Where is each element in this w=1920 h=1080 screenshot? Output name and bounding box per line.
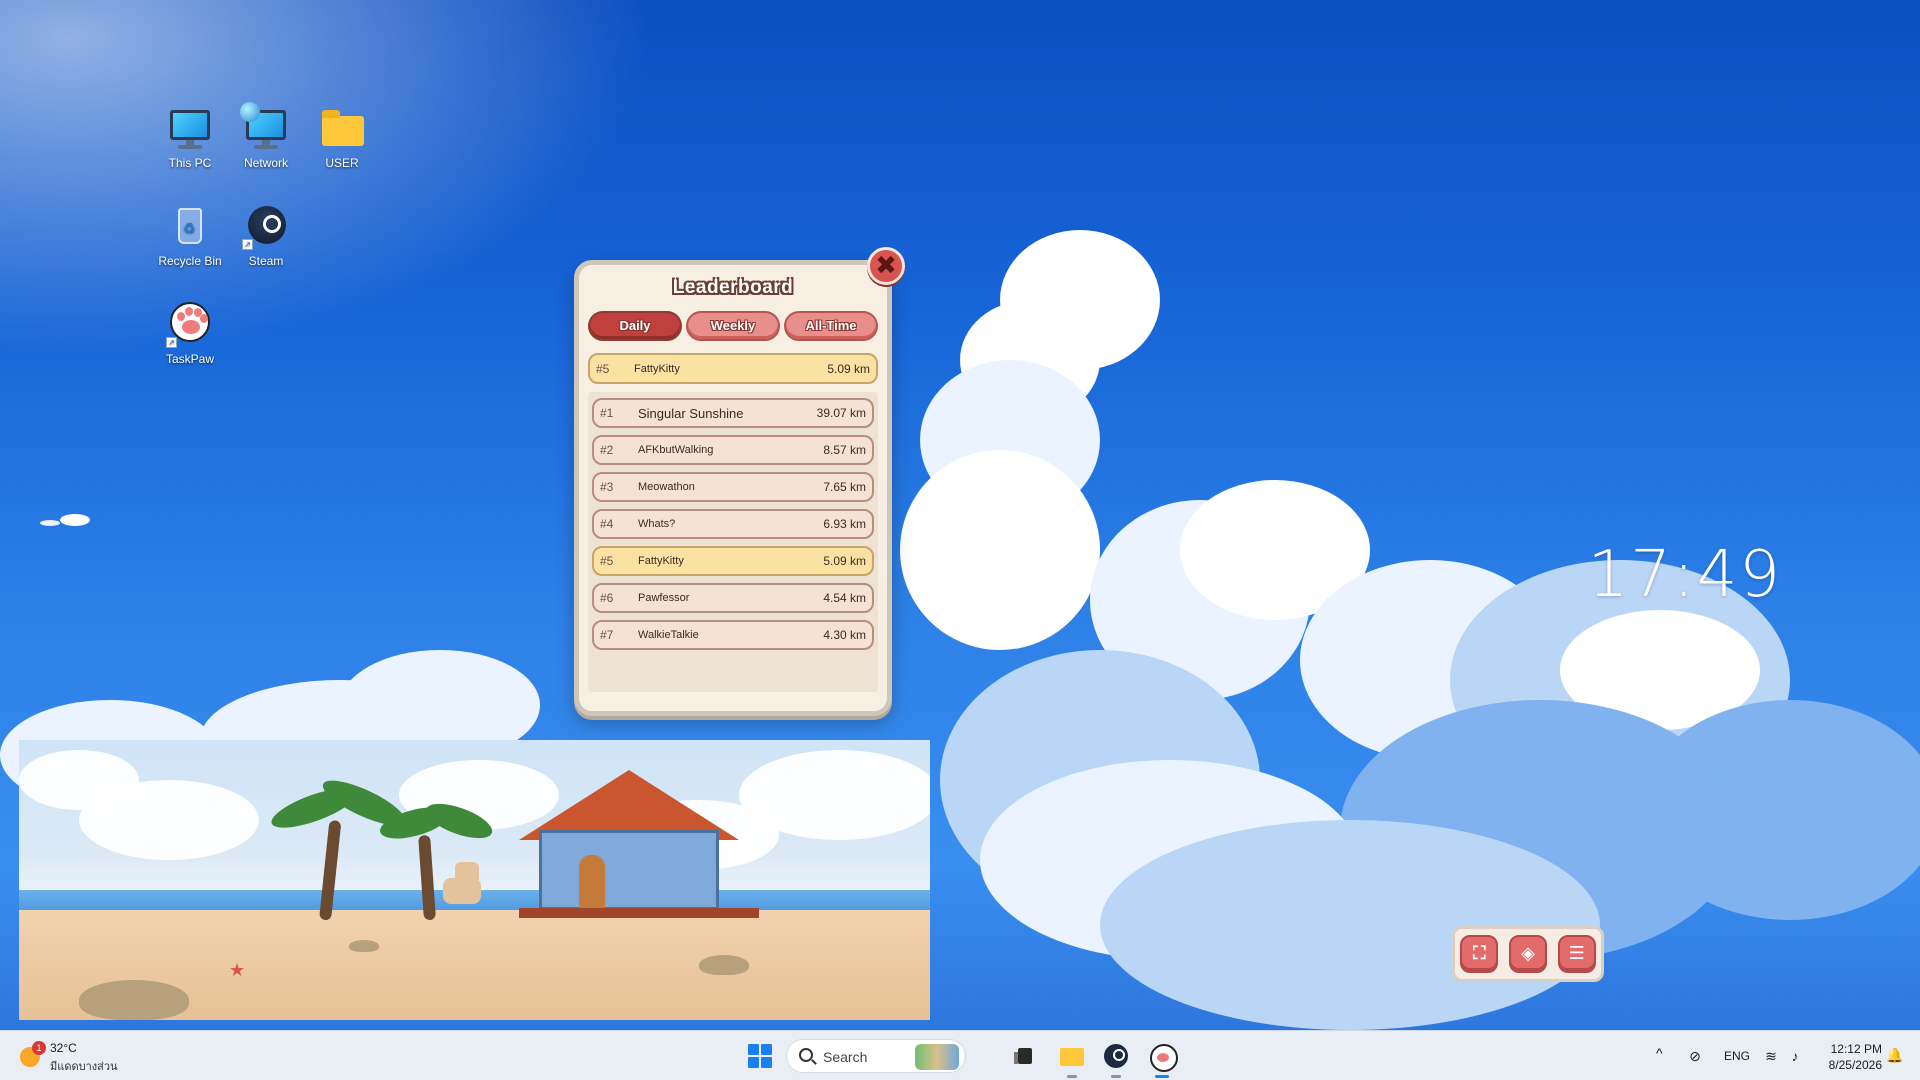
distance: 8.57 km <box>823 443 866 457</box>
search-icon <box>799 1048 813 1062</box>
distance: 7.65 km <box>823 480 866 494</box>
weather-badge: 1 <box>32 1041 46 1055</box>
rank: #7 <box>600 628 614 642</box>
notification-bell-icon[interactable]: 🔔 <box>1886 1047 1903 1080</box>
current-user-row: #5 FattyKitty 5.09 km <box>588 353 878 384</box>
leaderboard-row: #3 Meowathon 7.65 km <box>592 472 874 502</box>
rank: #4 <box>600 517 614 531</box>
player-name: FattyKitty <box>638 555 684 567</box>
language-indicator[interactable]: ENG <box>1724 1049 1750 1080</box>
desktop-icon-steam[interactable]: ↗ Steam <box>228 204 304 268</box>
leaderboard-row: #7 WalkieTalkie 4.30 km <box>592 620 874 650</box>
fullscreen-button[interactable]: ⛶ <box>1460 935 1499 973</box>
windows-logo-icon <box>748 1044 759 1055</box>
show-hidden-icons-button[interactable]: ^ <box>1656 1045 1663 1080</box>
player-name: FattyKitty <box>634 362 680 375</box>
weather-temperature: 32°C <box>50 1041 77 1055</box>
leaderboard-row: #4 Whats? 6.93 km <box>592 509 874 539</box>
tab-all-time[interactable]: All-Time <box>784 311 878 341</box>
player-name: Meowathon <box>638 481 695 493</box>
distance: 4.30 km <box>823 628 866 642</box>
leaderboard-panel: ✖ Leaderboard Daily Weekly All-Time #5 F… <box>574 247 905 716</box>
steam-icon: ↗ <box>242 204 290 250</box>
weather-widget[interactable]: 1 32°C มีแดดบางส่วน <box>18 1039 138 1073</box>
desktop-icon-network[interactable]: Network <box>228 102 304 170</box>
layers-button[interactable]: ◈ <box>1508 935 1547 973</box>
search-placeholder: Search <box>823 1049 868 1065</box>
menu-icon: ☰ <box>1568 943 1585 963</box>
leaderboard-row: #2 AFKbutWalking 8.57 km <box>592 435 874 465</box>
distance: 5.09 km <box>823 554 866 568</box>
player-name: AFKbutWalking <box>638 444 714 456</box>
leaderboard-row: #1 Singular Sunshine 39.07 km <box>592 398 874 428</box>
desktop-icon-taskpaw[interactable]: ↗ TaskPaw <box>152 302 228 366</box>
menu-button[interactable]: ☰ <box>1557 935 1596 973</box>
wifi-icon[interactable]: ≋ <box>1762 1047 1780 1065</box>
rank: #5 <box>600 554 614 568</box>
folder-icon <box>318 106 366 152</box>
desktop-icon-label: TaskPaw <box>165 352 215 366</box>
fullscreen-icon: ⛶ <box>1473 943 1486 963</box>
desktop-icon-label: Recycle Bin <box>158 254 222 268</box>
paw-icon: ↗ <box>166 302 214 348</box>
rank: #2 <box>600 443 614 457</box>
desktop-icon-label: Network <box>243 156 288 170</box>
desktop-icon-user[interactable]: USER <box>304 106 380 170</box>
taskbar-search[interactable]: Search <box>786 1039 966 1073</box>
monitor-icon <box>166 106 214 152</box>
search-highlight-image <box>915 1044 959 1070</box>
player-name: Singular Sunshine <box>638 405 744 421</box>
leaderboard-list[interactable]: #1 Singular Sunshine 39.07 km #2 AFKbutW… <box>588 392 878 692</box>
cloud-offline-icon[interactable]: ⊘ <box>1686 1047 1704 1065</box>
player-name: Whats? <box>638 518 676 530</box>
game-scene[interactable]: ★ <box>19 740 930 1020</box>
steam-taskbar-icon[interactable] <box>1100 1040 1132 1078</box>
distance: 4.54 km <box>823 591 866 605</box>
starfish-icon: ★ <box>229 960 246 980</box>
rank: #5 <box>596 361 610 376</box>
player-name: WalkieTalkie <box>638 629 699 641</box>
distance: 6.93 km <box>823 517 866 531</box>
game-control-bar: ⛶ ◈ ☰ <box>1452 926 1604 982</box>
rank: #6 <box>600 591 614 605</box>
desktop-clock: 17:49 <box>1587 538 1782 612</box>
desktop-icon-recycle-bin[interactable]: ♻ Recycle Bin <box>152 204 228 268</box>
volume-icon[interactable]: ♪ <box>1786 1047 1804 1065</box>
desktop-icon-label: This PC <box>168 156 212 170</box>
desktop-icon-label: Steam <box>248 254 284 268</box>
layers-icon: ◈ <box>1521 943 1535 963</box>
taskbar: 1 32°C มีแดดบางส่วน Search ^ ⊘ ENG ≋ ♪ 1… <box>0 1030 1920 1080</box>
close-icon: ✖ <box>875 250 897 280</box>
system-time: 12:12 PM <box>1830 1042 1882 1056</box>
player-name: Pawfessor <box>638 592 690 604</box>
distance: 5.09 km <box>827 361 870 376</box>
rank: #3 <box>600 480 614 494</box>
desktop-icon-label: USER <box>325 156 359 170</box>
network-icon <box>240 102 290 152</box>
start-button[interactable] <box>748 1044 772 1068</box>
task-view-button[interactable] <box>1010 1040 1042 1072</box>
file-explorer-icon[interactable] <box>1056 1040 1088 1078</box>
leaderboard-row: #6 Pawfessor 4.54 km <box>592 583 874 613</box>
system-date: 8/25/2026 <box>1828 1058 1882 1072</box>
system-clock[interactable]: 12:12 PM 8/25/2026 <box>1812 1041 1882 1080</box>
recycle-bin-icon: ♻ <box>166 204 214 250</box>
leaderboard-tabs: Daily Weekly All-Time <box>588 311 878 341</box>
tab-weekly[interactable]: Weekly <box>686 311 780 341</box>
weather-description: มีแดดบางส่วน <box>50 1061 118 1073</box>
close-button[interactable]: ✖ <box>867 247 905 285</box>
taskpaw-taskbar-icon[interactable] <box>1146 1040 1178 1078</box>
distance: 39.07 km <box>816 406 866 420</box>
rank: #1 <box>600 406 614 420</box>
tab-daily[interactable]: Daily <box>588 311 682 341</box>
leaderboard-row-current-user: #5 FattyKitty 5.09 km <box>592 546 874 576</box>
leaderboard-title: Leaderboard <box>672 277 794 298</box>
cat-character <box>439 860 485 914</box>
desktop-icon-this-pc[interactable]: This PC <box>152 106 228 170</box>
